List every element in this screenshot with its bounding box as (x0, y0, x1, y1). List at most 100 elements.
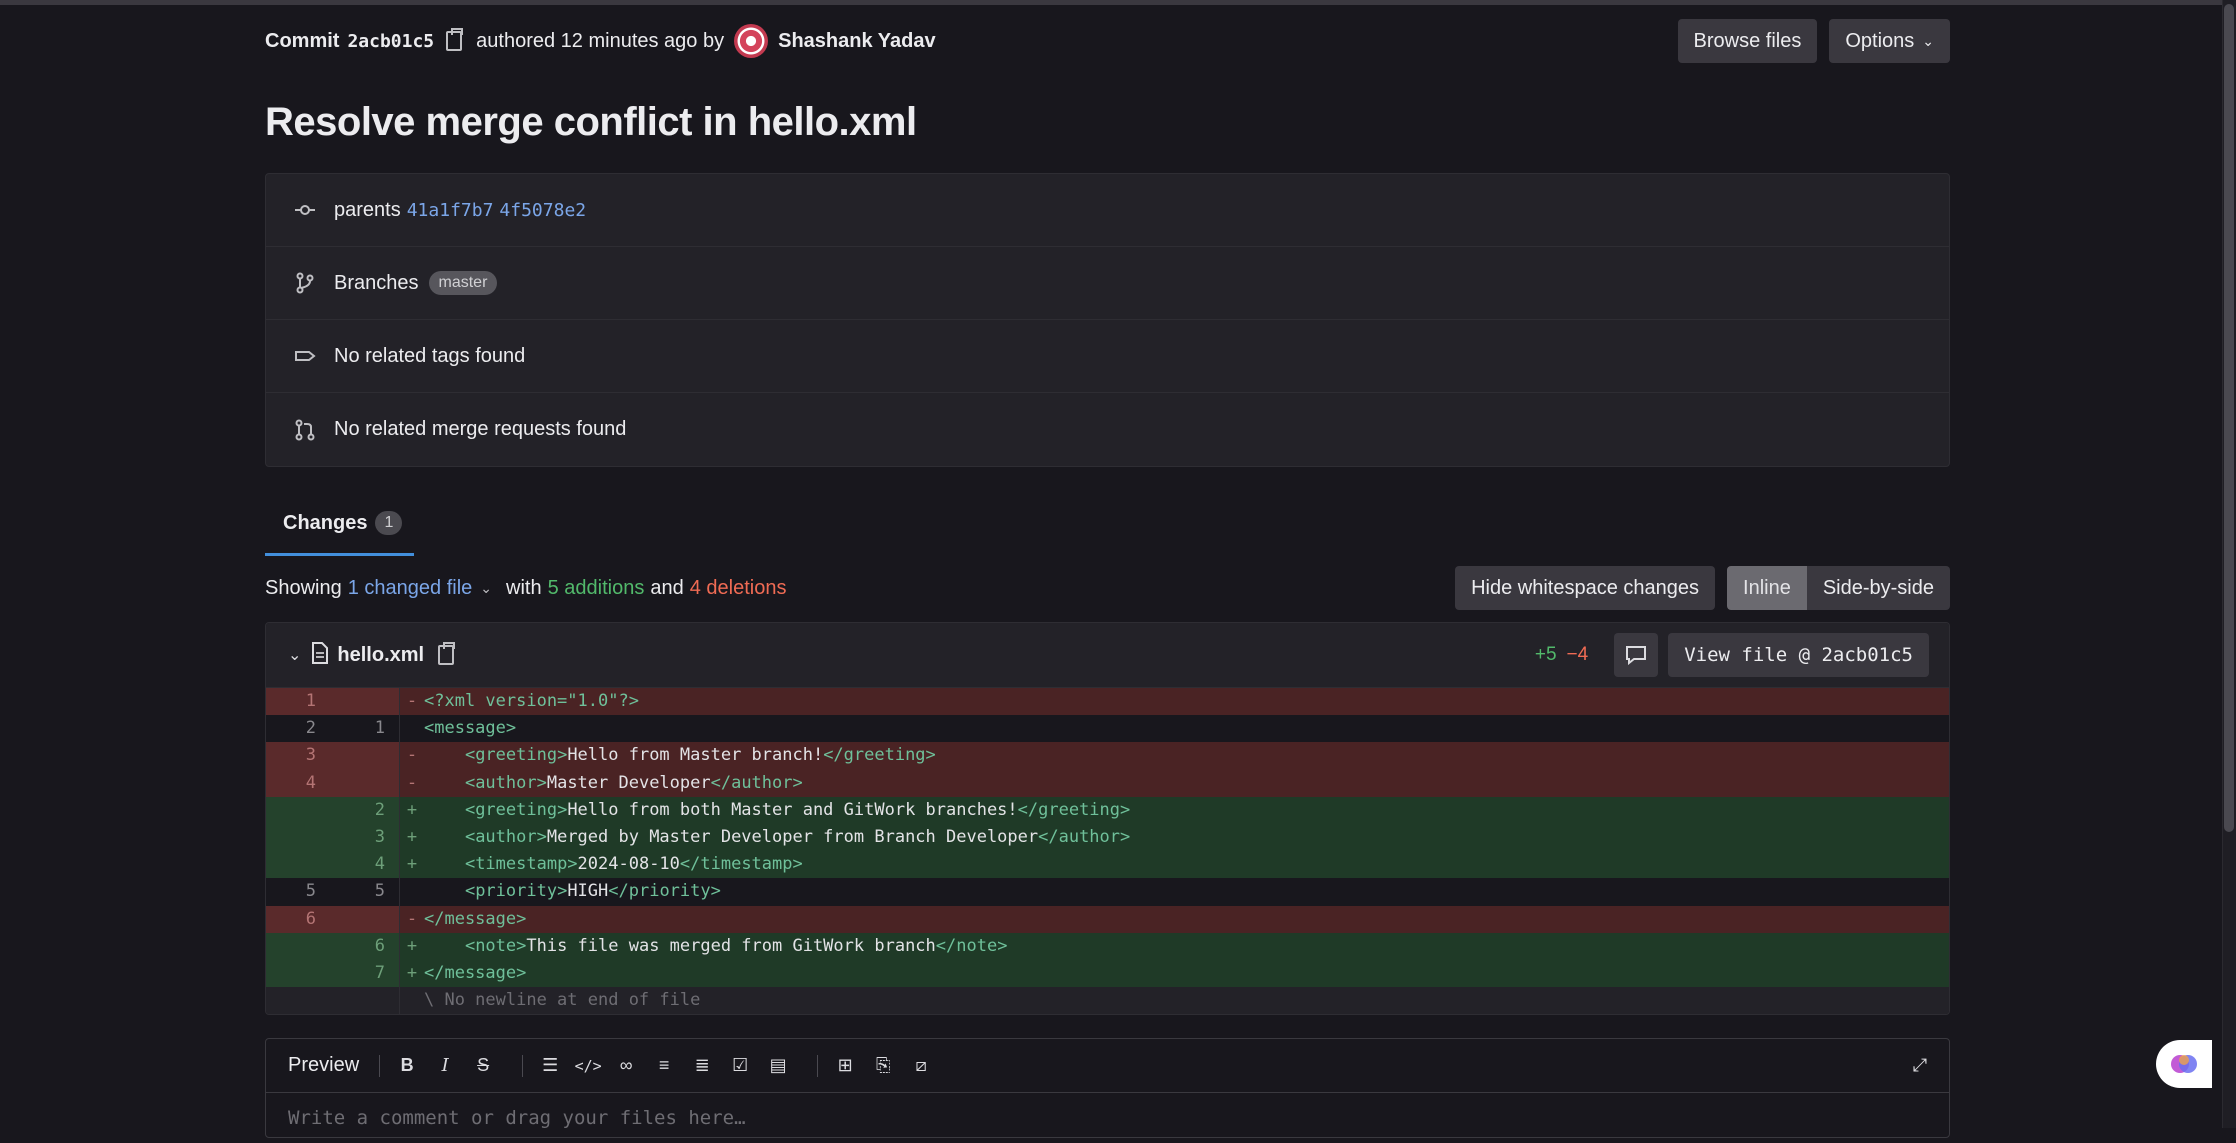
diff-line: 4 - <author>Master Developer</author> (266, 769, 1949, 797)
author-name[interactable]: Shashank Yadav (778, 30, 936, 53)
options-label: Options (1845, 29, 1915, 52)
line-number-old[interactable] (266, 959, 333, 988)
file-diff: ⌄ hello.xml +5 −4 View file @ 2acb01c5 1… (265, 622, 1950, 1016)
toolbar-divider (522, 1054, 524, 1077)
commit-icon (294, 199, 316, 221)
line-number-old[interactable]: 6 (266, 905, 333, 933)
branch-badge[interactable]: master (428, 271, 498, 295)
line-number-old[interactable]: 2 (266, 715, 333, 742)
comment-button[interactable] (1614, 633, 1659, 677)
collapse-chevron-icon[interactable]: ⌄ (288, 645, 301, 665)
line-number-new[interactable] (333, 905, 400, 933)
line-code: <author>Merged by Master Developer from … (464, 826, 1131, 847)
bold-icon[interactable]: B (394, 1053, 420, 1079)
diff-view-toggle: Inline Side-by-side (1727, 566, 1950, 610)
comment-icon (1626, 646, 1647, 665)
inline-view-button[interactable]: Inline (1727, 566, 1807, 610)
line-number-old[interactable]: 1 (266, 688, 333, 716)
line-sign: + (406, 799, 418, 820)
line-sign (400, 878, 424, 905)
side-by-side-view-button[interactable]: Side-by-side (1806, 566, 1950, 610)
italic-icon[interactable]: I (432, 1053, 458, 1079)
view-file-button[interactable]: View file @ 2acb01c5 (1668, 633, 1929, 677)
line-sign: + (406, 826, 418, 847)
comment-input[interactable]: Write a comment or drag your files here… (266, 1093, 1949, 1143)
line-number-old[interactable]: 5 (266, 878, 333, 905)
code-icon[interactable]: </> (575, 1053, 602, 1079)
file-diff-header: ⌄ hello.xml +5 −4 View file @ 2acb01c5 (266, 623, 1949, 688)
commit-header: Commit 2acb01c5 authored 12 minutes ago … (265, 18, 1950, 64)
diff-lines: 1- <?xml version="1.0"?> 2 1 <message> 3- <gr… (266, 688, 1949, 988)
file-name[interactable]: hello.xml (337, 644, 424, 667)
line-number-old[interactable]: 3 (266, 742, 333, 770)
line-number-old (266, 987, 333, 1015)
diff-summary-bar: Showing 1 changed file ⌄ with 5 addition… (265, 566, 1950, 610)
duo-chat-button[interactable] (2156, 1040, 2212, 1088)
diff-line: 6 + <note>This file was merged from GitWo… (266, 932, 1949, 960)
line-number-new[interactable] (333, 769, 400, 797)
tab-preview[interactable]: Preview (288, 1054, 359, 1077)
file-icon (311, 641, 329, 669)
line-code: <?xml version="1.0"?> (424, 691, 639, 711)
line-number-new[interactable]: 2 (333, 796, 400, 824)
tab-changes-label: Changes (283, 511, 368, 534)
line-sign: + (406, 935, 418, 956)
line-code: <message> (424, 718, 517, 739)
line-number-new[interactable]: 3 (333, 823, 400, 852)
chevron-down-icon[interactable]: ⌄ (480, 580, 492, 597)
parent-sha-1[interactable]: 41a1f7b7 (407, 200, 494, 221)
toolbar-divider (379, 1054, 381, 1077)
line-number-new[interactable] (333, 688, 400, 716)
parent-sha-2[interactable]: 4f5078e2 (499, 200, 586, 221)
hide-whitespace-button[interactable]: Hide whitespace changes (1455, 566, 1716, 610)
commit-info-panel: parents 41a1f7b7 4f5078e2 Branches maste… (265, 173, 1950, 467)
diff-line: 1 - <?xml version="1.0"?> (266, 688, 1949, 716)
diff-line: 2 1 <message> (266, 715, 1949, 743)
line-sign (400, 715, 424, 742)
line-sign: - (406, 772, 418, 793)
line-number-old[interactable] (266, 796, 333, 824)
table-icon[interactable]: ⊞ (832, 1053, 858, 1079)
line-code: <greeting>Hello from Master branch!</gre… (464, 745, 936, 766)
line-number-old[interactable] (266, 932, 333, 960)
task-list-icon[interactable]: ☑ (727, 1053, 753, 1079)
line-number-old[interactable]: 4 (266, 769, 333, 797)
quick-actions-icon[interactable]: ⧄ (908, 1053, 934, 1079)
line-number-new[interactable]: 6 (333, 932, 400, 960)
line-number-new[interactable]: 7 (333, 959, 400, 988)
link-icon[interactable]: ∞ (613, 1053, 639, 1079)
tag-icon (294, 345, 316, 367)
additions-count: 5 additions (547, 576, 645, 599)
bullet-list-icon[interactable]: ≡ (651, 1053, 677, 1079)
commit-sha: 2acb01c5 (347, 30, 435, 52)
line-number-new[interactable]: 4 (333, 851, 400, 879)
line-number-old[interactable] (266, 823, 333, 852)
tab-changes[interactable]: Changes 1 (265, 498, 414, 556)
branches-row: Branches master (266, 247, 1949, 320)
options-button[interactable]: Options ⌄ (1829, 19, 1950, 63)
scrollbar-thumb[interactable] (2224, 4, 2234, 832)
page-scrollbar[interactable] (2222, 0, 2236, 1128)
diff-line: 3 - <greeting>Hello from Master branch!</… (266, 742, 1949, 770)
tags-row: No related tags found (266, 320, 1949, 393)
strikethrough-icon[interactable]: S (470, 1053, 496, 1079)
line-code: </message> (424, 908, 527, 929)
collapsible-section-icon[interactable]: ▤ (765, 1053, 791, 1079)
commit-label: Commit (265, 29, 340, 52)
line-code: <priority>HIGH</priority> (464, 881, 721, 902)
browse-files-button[interactable]: Browse files (1677, 19, 1818, 63)
quote-icon[interactable]: ☰ (537, 1053, 563, 1079)
line-number-new[interactable]: 1 (333, 715, 400, 743)
fullscreen-icon[interactable]: ⤢ (1907, 1053, 1933, 1079)
line-code: <greeting>Hello from both Master and Git… (464, 799, 1131, 820)
copy-icon[interactable] (446, 28, 464, 51)
line-number-new[interactable]: 5 (333, 878, 400, 906)
changed-files-dropdown[interactable]: 1 changed file (348, 577, 473, 600)
line-number-new[interactable] (333, 742, 400, 770)
avatar[interactable] (734, 24, 769, 58)
deletions-count: 4 deletions (689, 576, 787, 599)
copy-icon[interactable] (438, 642, 456, 665)
numbered-list-icon[interactable]: ≣ (689, 1053, 715, 1079)
line-number-old[interactable] (266, 851, 333, 879)
attachment-icon[interactable]: ⎘ (870, 1053, 896, 1079)
